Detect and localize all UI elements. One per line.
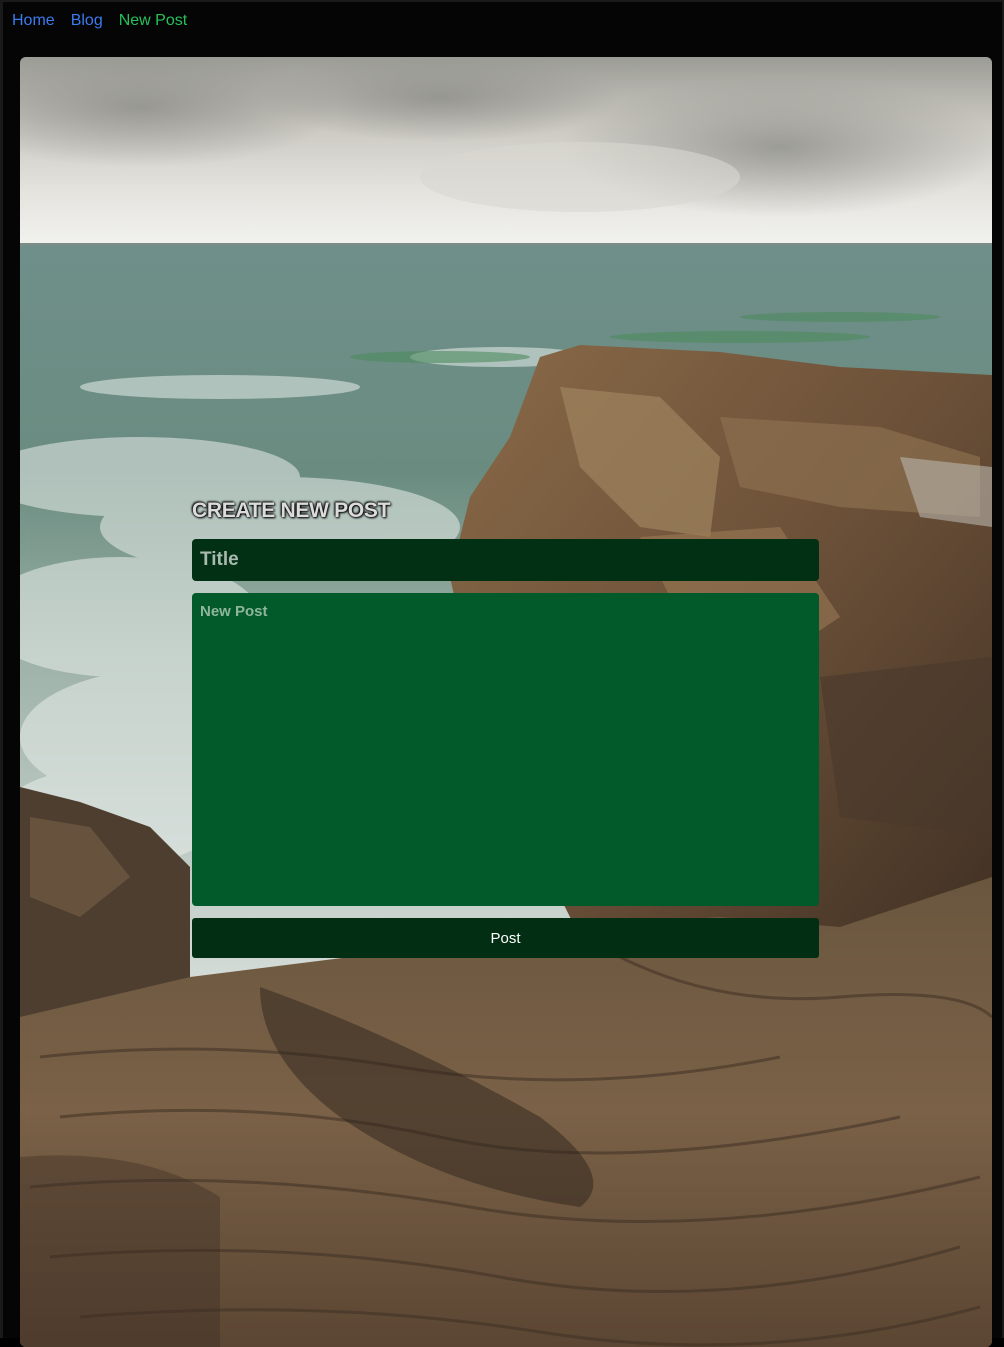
nav-link-blog[interactable]: Blog [71,11,103,31]
page: Home Blog New Post CREATE NEW POST Title… [0,0,1004,1347]
top-navigation: Home Blog New Post [12,11,187,31]
window-border-left [0,0,3,1338]
post-body-textarea[interactable] [192,593,819,906]
nav-link-home[interactable]: Home [12,11,55,31]
form-heading: CREATE NEW POST [192,499,391,522]
post-submit-button[interactable]: Post [192,918,819,958]
nav-link-new-post[interactable]: New Post [119,11,187,31]
title-input[interactable] [192,539,819,581]
window-border-top [0,0,1004,2]
hero-background-image: CREATE NEW POST Post [20,57,992,1347]
new-post-form: CREATE NEW POST Post [192,497,819,958]
